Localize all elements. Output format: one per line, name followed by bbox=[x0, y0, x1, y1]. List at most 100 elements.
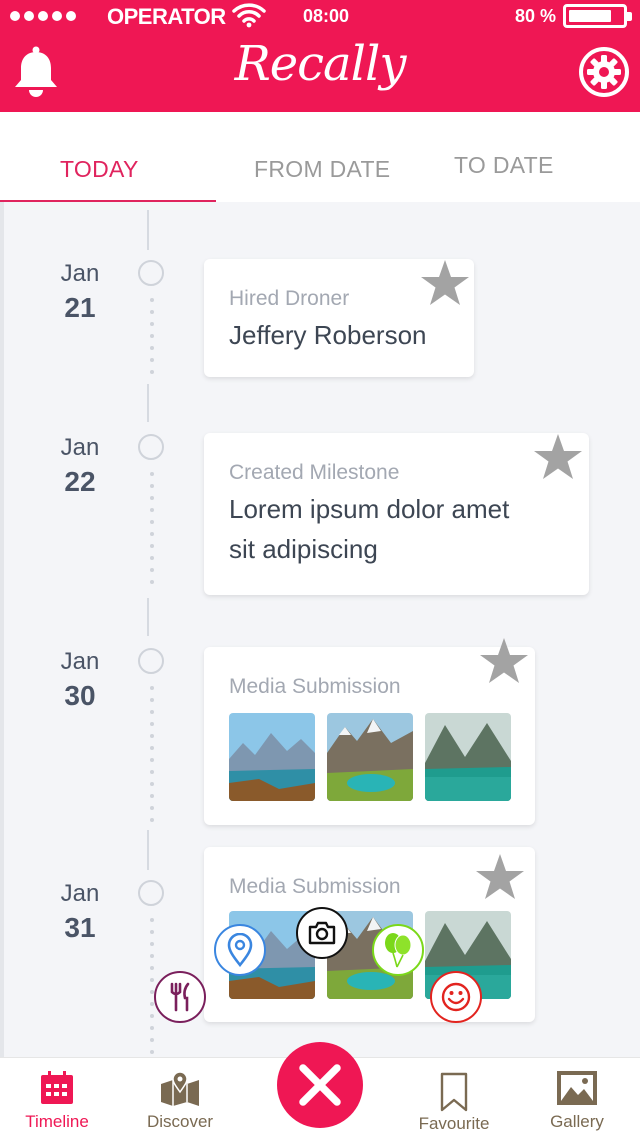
carrier-name: OPERATOR bbox=[107, 4, 226, 29]
timeline-dot bbox=[150, 930, 154, 934]
status-bar: OPERATOR 08:00 80 % bbox=[0, 0, 640, 32]
timeline-dot bbox=[150, 746, 154, 750]
nav-gallery[interactable]: Gallery bbox=[517, 1058, 637, 1136]
timeline-dot bbox=[150, 966, 154, 970]
timeline-dot bbox=[150, 568, 154, 572]
media-thumbnail[interactable] bbox=[327, 713, 413, 801]
timeline-dot bbox=[150, 322, 154, 326]
timeline-dot bbox=[150, 794, 154, 798]
app-header: OPERATOR 08:00 80 % Recally bbox=[0, 0, 640, 112]
star-icon[interactable] bbox=[479, 637, 529, 685]
signal-strength-icon bbox=[10, 11, 76, 21]
timeline-dot bbox=[150, 544, 154, 548]
timeline-dot bbox=[150, 334, 154, 338]
wifi-icon bbox=[232, 3, 266, 28]
star-icon[interactable] bbox=[420, 259, 470, 307]
clock: 08:00 bbox=[303, 6, 350, 26]
tab-to-date[interactable]: TO DATE bbox=[454, 152, 554, 179]
calendar-icon bbox=[41, 1071, 73, 1104]
timeline-dot bbox=[150, 346, 154, 350]
timeline-dot bbox=[150, 818, 154, 822]
timeline-card[interactable]: Hired Droner Jeffery Roberson bbox=[204, 259, 474, 377]
tab-today[interactable]: TODAY bbox=[60, 156, 139, 183]
timeline-dot bbox=[150, 698, 154, 702]
timeline-dot bbox=[150, 978, 154, 982]
fork-knife-icon[interactable] bbox=[154, 971, 206, 1023]
nav-label: Discover bbox=[146, 1112, 214, 1131]
camera-icon[interactable] bbox=[296, 907, 348, 959]
nav-label: Timeline bbox=[25, 1112, 89, 1131]
entry-label: Created Milestone bbox=[229, 461, 400, 484]
timeline-dot bbox=[150, 496, 154, 500]
timeline-dot bbox=[150, 1038, 154, 1042]
entry-label: Media Submission bbox=[229, 875, 401, 898]
timeline-dot bbox=[150, 508, 154, 512]
battery-icon bbox=[563, 4, 632, 28]
timeline-card[interactable]: Media Submission bbox=[204, 638, 535, 825]
close-button[interactable] bbox=[277, 1042, 363, 1128]
gear-icon[interactable] bbox=[578, 46, 630, 98]
app-screen: OPERATOR 08:00 80 % Recally TODAY FROM D… bbox=[0, 0, 640, 1136]
nav-label: Favourite bbox=[418, 1114, 490, 1133]
nav-favourite[interactable]: Favourite bbox=[394, 1058, 514, 1136]
timeline-dot bbox=[150, 770, 154, 774]
timeline-dot bbox=[150, 722, 154, 726]
timeline-dot bbox=[150, 710, 154, 714]
entry-date: Jan 30 bbox=[60, 648, 100, 711]
timeline-dot bbox=[150, 806, 154, 810]
balloons-icon[interactable] bbox=[372, 924, 424, 976]
timeline-dot bbox=[150, 1014, 154, 1018]
timeline-dot bbox=[150, 556, 154, 560]
timeline-node bbox=[138, 434, 164, 460]
star-icon[interactable] bbox=[475, 853, 525, 901]
entry-date: Jan 21 bbox=[60, 260, 100, 323]
timeline-dot bbox=[150, 484, 154, 488]
entry-text: sit adipiscing bbox=[229, 534, 378, 564]
timeline-dot bbox=[150, 358, 154, 362]
timeline-node bbox=[138, 880, 164, 906]
timeline-dot bbox=[150, 954, 154, 958]
nav-discover[interactable]: Discover bbox=[120, 1058, 240, 1136]
timeline-line bbox=[147, 384, 149, 422]
timeline-dot bbox=[150, 1050, 154, 1054]
timeline-dot bbox=[150, 942, 154, 946]
timeline-line bbox=[147, 830, 149, 870]
image-icon bbox=[557, 1071, 597, 1105]
entry-date: Jan 31 bbox=[60, 880, 100, 943]
timeline-card[interactable]: Created Milestone Lorem ipsum dolor amet… bbox=[204, 433, 589, 595]
timeline-dot bbox=[150, 1002, 154, 1006]
nav-label: Gallery bbox=[550, 1112, 604, 1131]
media-thumbnail[interactable] bbox=[229, 713, 315, 801]
timeline-node bbox=[138, 260, 164, 286]
timeline-dot bbox=[150, 520, 154, 524]
timeline-line bbox=[147, 598, 149, 636]
timeline-dot bbox=[150, 580, 154, 584]
timeline-dot bbox=[150, 310, 154, 314]
nav-timeline[interactable]: Timeline bbox=[0, 1058, 117, 1136]
app-title: Recally bbox=[234, 36, 407, 92]
timeline-line bbox=[147, 210, 149, 250]
entry-text: Lorem ipsum dolor amet bbox=[229, 494, 510, 524]
entry-date: Jan 22 bbox=[60, 434, 100, 497]
timeline-dot bbox=[150, 1026, 154, 1030]
timeline-dot bbox=[150, 532, 154, 536]
entry-label: Media Submission bbox=[229, 675, 401, 698]
star-icon[interactable] bbox=[533, 433, 583, 481]
battery-percentage: 80 % bbox=[515, 6, 557, 26]
close-icon bbox=[299, 1064, 341, 1106]
timeline-dot bbox=[150, 686, 154, 690]
timeline-dot bbox=[150, 918, 154, 922]
smiley-icon[interactable] bbox=[430, 971, 482, 1023]
bookmark-icon bbox=[440, 1072, 468, 1112]
timeline-dot bbox=[150, 472, 154, 476]
timeline-dot bbox=[150, 782, 154, 786]
tab-from-date[interactable]: FROM DATE bbox=[254, 156, 390, 183]
timeline-node bbox=[138, 648, 164, 674]
media-thumbnail[interactable] bbox=[425, 713, 511, 801]
entry-text: Jeffery Roberson bbox=[229, 320, 427, 350]
entry-label: Hired Droner bbox=[229, 287, 350, 310]
timeline-dot bbox=[150, 370, 154, 374]
timeline-dot bbox=[150, 734, 154, 738]
date-tabs: TODAY FROM DATE TO DATE bbox=[0, 112, 640, 202]
location-pin-icon[interactable] bbox=[214, 924, 266, 976]
